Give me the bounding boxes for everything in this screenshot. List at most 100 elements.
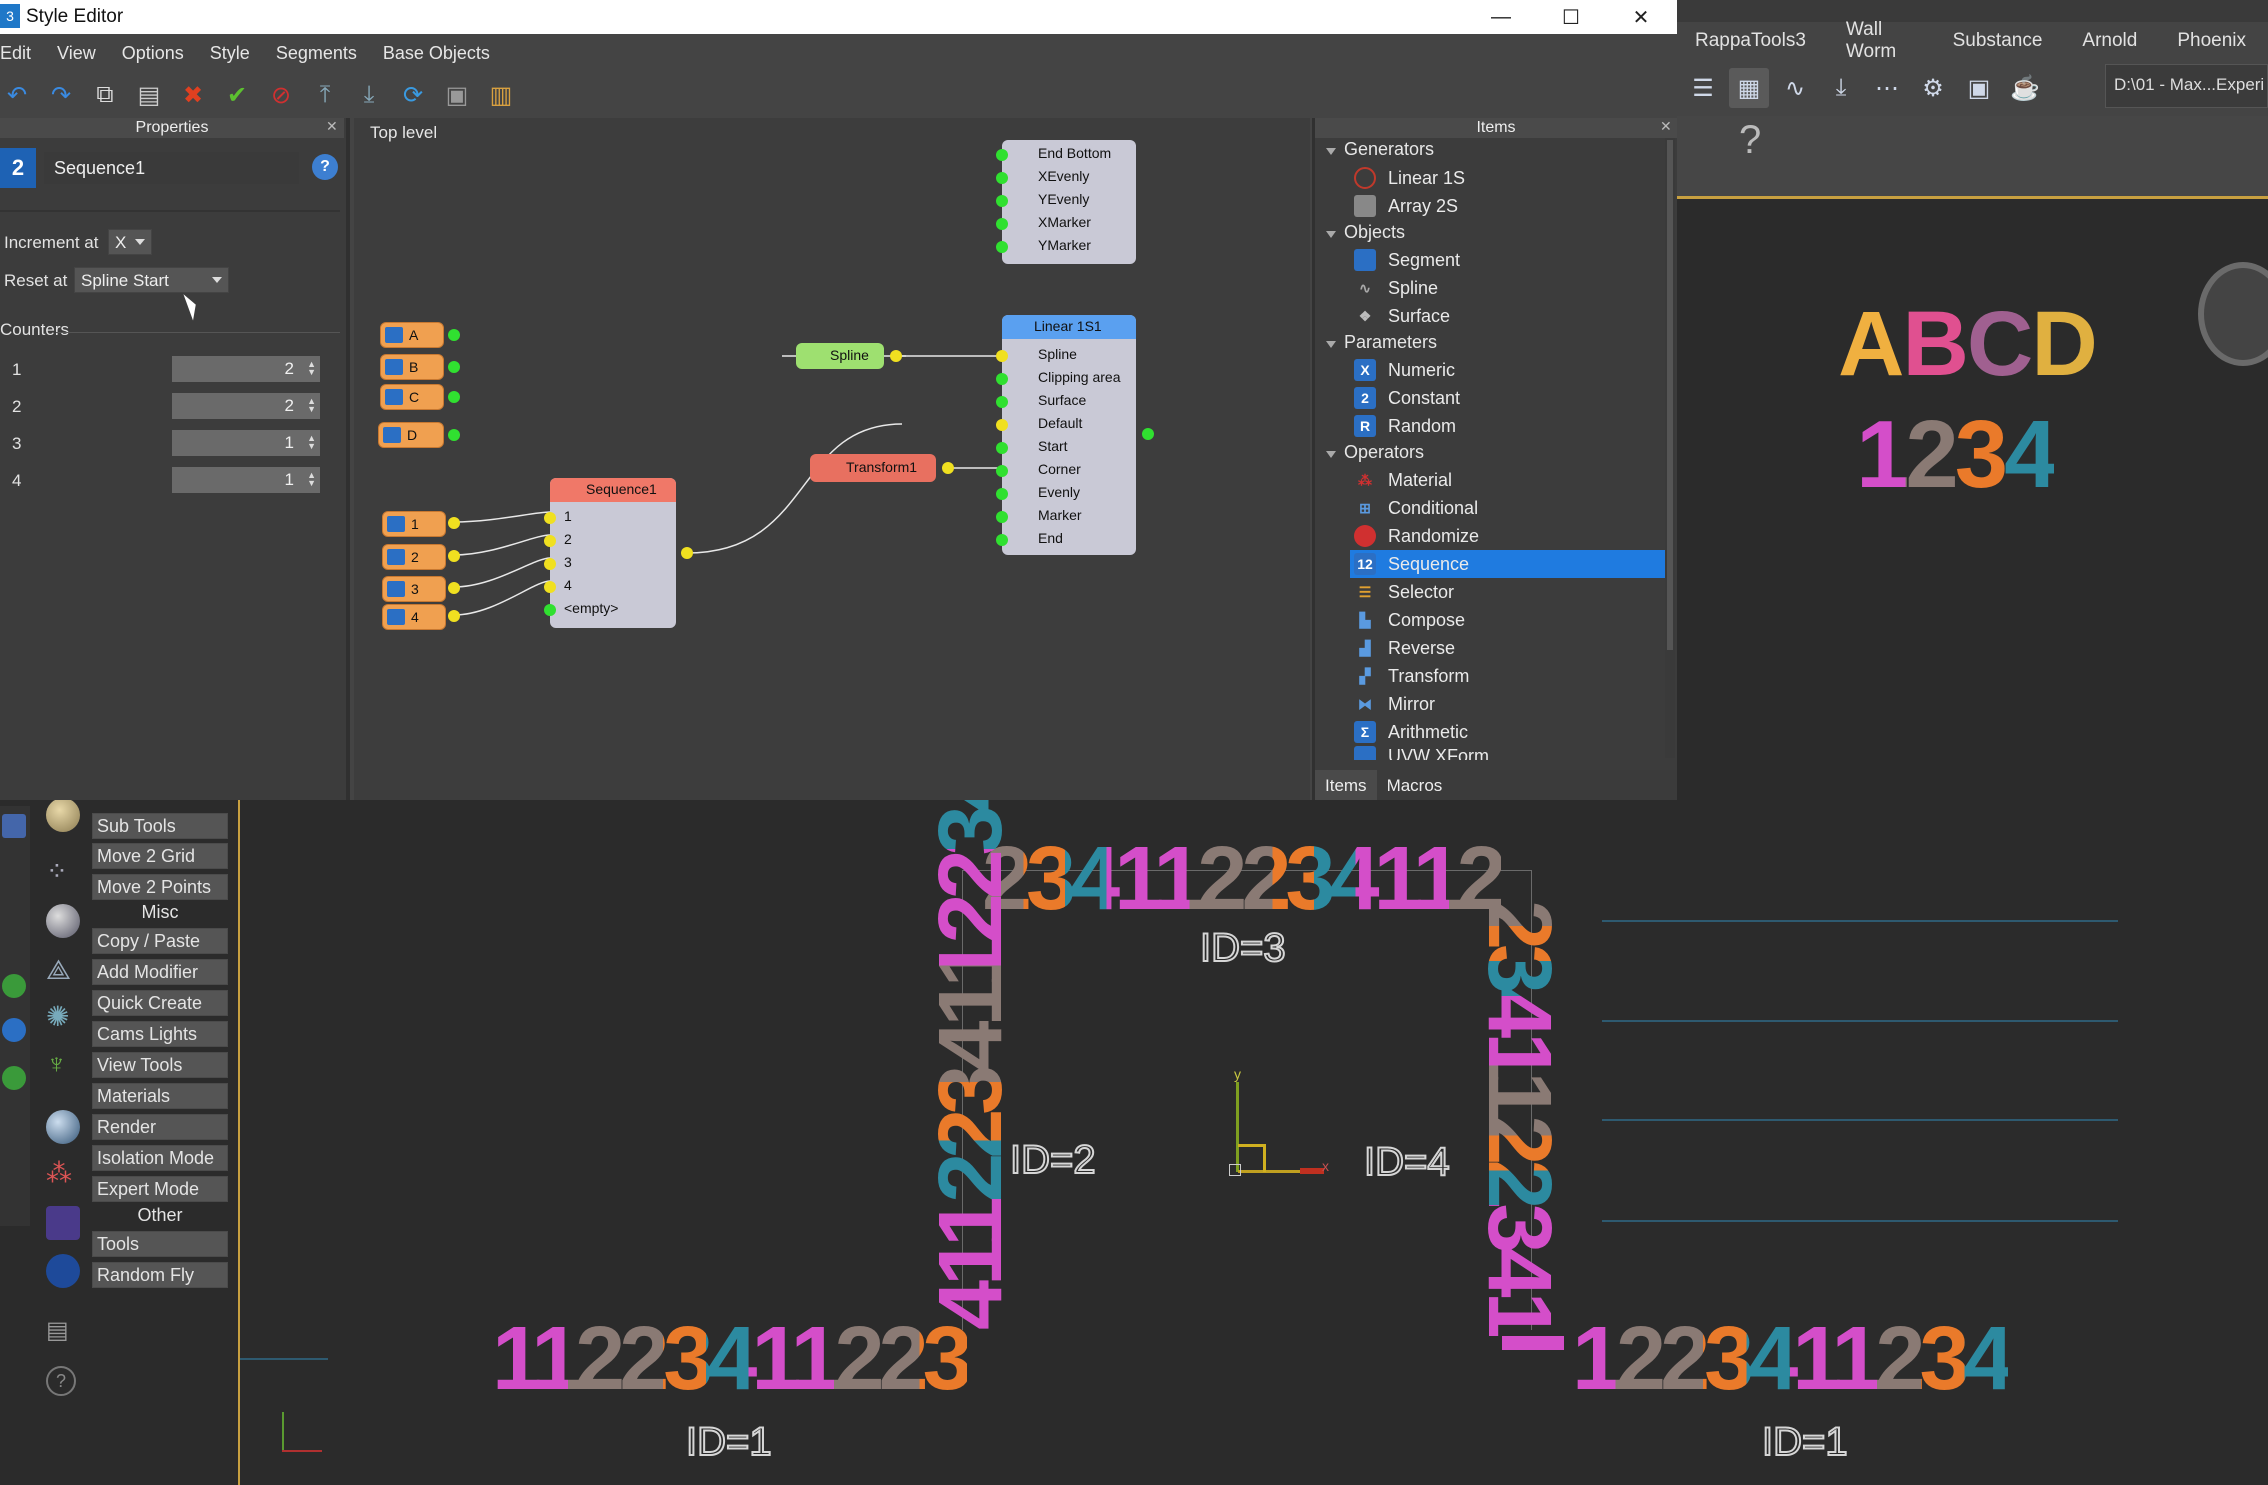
port-dot[interactable] xyxy=(448,582,460,594)
collapse-arrow-icon[interactable] xyxy=(1326,148,1336,155)
port-dot[interactable] xyxy=(448,610,460,622)
undo-icon[interactable]: ↶ xyxy=(0,78,34,112)
render-icon[interactable]: ☕ xyxy=(2005,68,2045,108)
port-dot[interactable] xyxy=(996,241,1008,253)
port-dot[interactable] xyxy=(996,172,1008,184)
schematic-icon[interactable]: ⤓ xyxy=(1821,68,1861,108)
counter-spinner[interactable]: 2 ▲ ▼ xyxy=(172,393,320,419)
category-operators[interactable]: Operators xyxy=(1326,442,1424,463)
menu-edit[interactable]: Edit xyxy=(0,43,31,64)
letter-node-c[interactable]: C xyxy=(380,384,444,410)
item-constant[interactable]: 2 Constant xyxy=(1350,384,1666,412)
paste-icon[interactable]: ▤ xyxy=(132,78,166,112)
render-setup-icon[interactable]: ⚙ xyxy=(1913,68,1953,108)
menu-rappatools[interactable]: RappaTools3 xyxy=(1695,30,1806,52)
port-dot[interactable] xyxy=(544,512,556,524)
move-2-points-button[interactable]: Move 2 Points xyxy=(92,874,228,900)
node-name-field[interactable]: Sequence1 xyxy=(44,152,299,184)
side-icon-3[interactable] xyxy=(2,1018,26,1042)
item-compose[interactable]: ▙ Compose xyxy=(1350,606,1666,634)
side-icon-4[interactable] xyxy=(2,1066,26,1090)
spline-output-port[interactable] xyxy=(890,350,902,362)
move-2-grid-button[interactable]: Move 2 Grid xyxy=(92,843,228,869)
copy-paste-button[interactable]: Copy / Paste xyxy=(92,928,228,954)
items-scroll-thumb[interactable] xyxy=(1667,140,1673,650)
layout-icon[interactable]: ▥ xyxy=(484,78,518,112)
increment-dropdown[interactable]: X xyxy=(108,229,152,255)
port-dot[interactable] xyxy=(996,218,1008,230)
items-close-icon[interactable]: ✕ xyxy=(1660,118,1672,135)
collapse-arrow-icon[interactable] xyxy=(1326,341,1336,348)
save-icon[interactable]: ▣ xyxy=(440,78,474,112)
transform-node[interactable]: Transform1 xyxy=(810,454,936,482)
item-reverse[interactable]: ▟ Reverse xyxy=(1350,634,1666,662)
menu-wallworm[interactable]: Wall Worm xyxy=(1846,19,1913,63)
port-dot[interactable] xyxy=(996,465,1008,477)
random-fly-icon[interactable] xyxy=(46,1254,80,1288)
side-icon-2[interactable] xyxy=(2,974,26,998)
menu-phoenix[interactable]: Phoenix xyxy=(2177,30,2246,52)
maximize-button[interactable]: ☐ xyxy=(1536,0,1606,34)
port-dot[interactable] xyxy=(448,361,460,373)
create-icon[interactable]: ✺ xyxy=(46,1000,80,1034)
counter-spinner[interactable]: 1 ▲ ▼ xyxy=(172,467,320,493)
port-dot[interactable] xyxy=(996,488,1008,500)
counter-spinner[interactable]: 2 ▲ ▼ xyxy=(172,356,320,382)
gizmo-plane[interactable] xyxy=(1238,1144,1266,1172)
refresh-icon[interactable]: ⟳ xyxy=(396,78,430,112)
collapse-arrow-icon[interactable] xyxy=(1326,451,1336,458)
menu-arnold[interactable]: Arnold xyxy=(2082,30,2137,52)
reset-dropdown[interactable]: Spline Start xyxy=(74,267,229,293)
material-editor-icon[interactable]: ⋯ xyxy=(1867,68,1907,108)
tab-items[interactable]: Items xyxy=(1315,770,1377,800)
render-sphere-icon[interactable] xyxy=(46,1110,80,1144)
panel-top-icon[interactable] xyxy=(46,798,80,832)
spline-node[interactable]: Spline xyxy=(796,343,884,369)
port-dot[interactable] xyxy=(996,442,1008,454)
port-dot[interactable] xyxy=(544,581,556,593)
render-button[interactable]: Render xyxy=(92,1114,228,1140)
close-button[interactable]: ✕ xyxy=(1606,0,1676,34)
item-segment[interactable]: Segment xyxy=(1350,246,1666,274)
item-conditional[interactable]: ⊞ Conditional xyxy=(1350,494,1666,522)
port-dot[interactable] xyxy=(544,558,556,570)
letter-node-d[interactable]: D xyxy=(378,422,444,448)
isolation-mode-button[interactable]: Isolation Mode xyxy=(92,1145,228,1171)
number-node-1[interactable]: 1 xyxy=(382,511,446,537)
port-dot[interactable] xyxy=(996,511,1008,523)
port-dot[interactable] xyxy=(996,350,1008,362)
menu-base-objects[interactable]: Base Objects xyxy=(383,43,490,64)
scene-explorer-icon[interactable]: ▦ xyxy=(1729,68,1769,108)
expert-mode-button[interactable]: Expert Mode xyxy=(92,1176,228,1202)
properties-close-icon[interactable]: ✕ xyxy=(326,118,338,135)
materials-button[interactable]: Materials xyxy=(92,1083,228,1109)
apply-icon[interactable]: ✔ xyxy=(220,78,254,112)
redo-icon[interactable]: ↷ xyxy=(44,78,78,112)
random-fly-button[interactable]: Random Fly xyxy=(92,1262,228,1288)
letter-node-b[interactable]: B xyxy=(380,354,444,380)
port-dot[interactable] xyxy=(448,550,460,562)
transform-output-port[interactable] xyxy=(942,462,954,474)
letter-node-a[interactable]: A xyxy=(380,322,444,348)
item-arithmetic[interactable]: Σ Arithmetic xyxy=(1350,718,1666,746)
modifier-icon[interactable]: ⟁ xyxy=(46,954,80,988)
sub-tools-button[interactable]: Sub Tools xyxy=(92,813,228,839)
sequence-output-port[interactable] xyxy=(681,547,693,559)
quick-create-button[interactable]: Quick Create xyxy=(92,990,228,1016)
item-linear-1s[interactable]: Linear 1S xyxy=(1350,164,1666,192)
add-modifier-button[interactable]: Add Modifier xyxy=(92,959,228,985)
sphere-icon[interactable] xyxy=(46,904,80,938)
tools-button[interactable]: Tools xyxy=(92,1231,228,1257)
view-tools-button[interactable]: View Tools xyxy=(92,1052,228,1078)
disable-icon[interactable]: ⊘ xyxy=(264,78,298,112)
item-array-2s[interactable]: Array 2S xyxy=(1350,192,1666,220)
item-transform[interactable]: ▞ Transform xyxy=(1350,662,1666,690)
render-frame-icon[interactable]: ▣ xyxy=(1959,68,1999,108)
number-node-2[interactable]: 2 xyxy=(382,544,446,570)
port-dot[interactable] xyxy=(448,517,460,529)
menu-substance[interactable]: Substance xyxy=(1953,30,2043,52)
scene-icon[interactable]: ▤ xyxy=(46,1316,76,1346)
item-randomize[interactable]: Randomize xyxy=(1350,522,1666,550)
panel-help-icon[interactable]: ? xyxy=(46,1366,76,1396)
port-dot[interactable] xyxy=(448,391,460,403)
